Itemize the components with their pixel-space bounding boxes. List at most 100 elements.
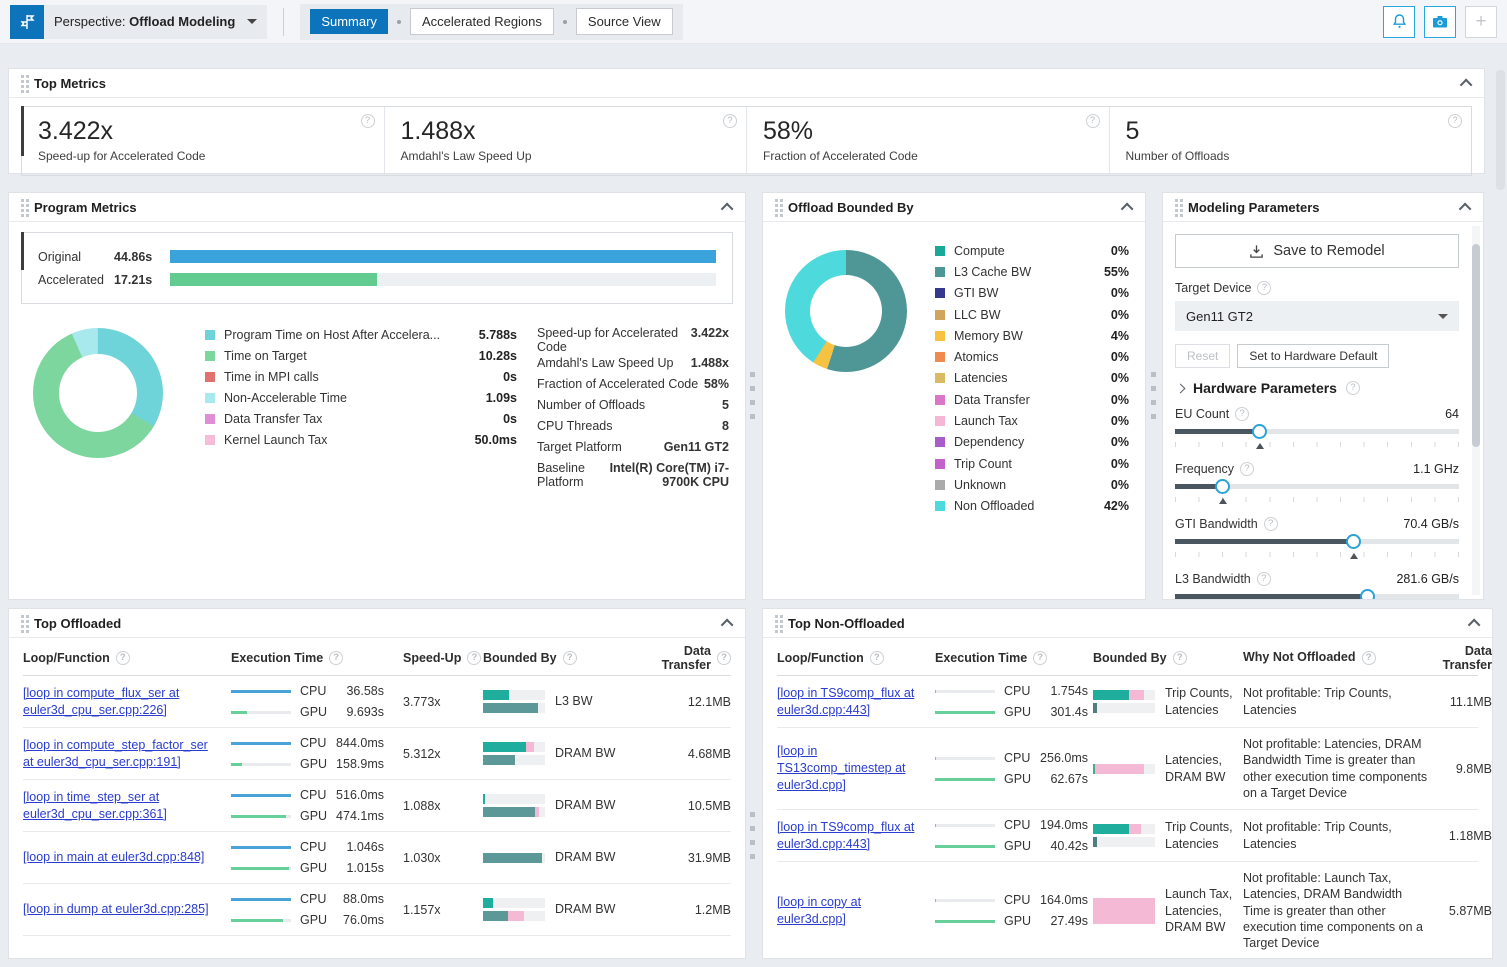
camera-icon	[1431, 13, 1449, 31]
bell-icon	[1391, 13, 1408, 30]
help-icon[interactable]: ?	[717, 651, 731, 665]
slider-handle[interactable]	[1360, 589, 1375, 600]
metric-cards: 3.422x Speed-up for Accelerated Code ? 1…	[21, 106, 1472, 176]
table-header-row: Loop/Function? Execution Time? Speed-Up?…	[23, 640, 731, 676]
help-icon[interactable]: ?	[1257, 281, 1271, 295]
help-icon[interactable]: ?	[116, 651, 130, 665]
table-header-row: Loop/Function? Execution Time? Bounded B…	[777, 640, 1478, 676]
loop-link[interactable]: [loop in TS9comp_flux at euler3d.cpp:443…	[777, 686, 914, 717]
drag-handle-icon[interactable]	[1175, 204, 1178, 207]
legend-swatch	[935, 246, 945, 256]
bounded-by-label: Latencies, DRAM BW	[1165, 752, 1243, 785]
panel-splitter[interactable]	[747, 812, 757, 859]
slider-track[interactable]	[1175, 534, 1459, 549]
legend-swatch	[935, 267, 945, 277]
perspective-prefix: Perspective:	[54, 14, 129, 29]
stat-row: Target PlatformGen11 GT2	[537, 438, 729, 459]
help-icon[interactable]: ?	[1240, 462, 1254, 476]
help-icon[interactable]: ?	[1235, 407, 1249, 421]
legend-item: Latencies0%	[935, 368, 1129, 389]
legend-item: Kernel Launch Tax50.0ms	[205, 429, 517, 450]
add-button[interactable]: +	[1465, 6, 1497, 38]
metric-label: Number of Offloads	[1126, 149, 1456, 163]
slider-handle[interactable]	[1346, 534, 1361, 549]
panel-splitter[interactable]	[1148, 372, 1158, 419]
drag-handle-icon[interactable]	[775, 620, 778, 623]
collapse-icon[interactable]	[721, 618, 734, 631]
help-icon[interactable]: ?	[467, 651, 481, 665]
target-device-select[interactable]: Gen11 GT2	[1175, 301, 1459, 331]
panel-splitter[interactable]	[747, 372, 757, 419]
slider-handle[interactable]	[1215, 479, 1230, 494]
loop-link[interactable]: [loop in time_step_ser at euler3d_cpu_se…	[23, 790, 167, 821]
help-icon[interactable]: ?	[1257, 572, 1271, 586]
notifications-button[interactable]	[1383, 6, 1415, 38]
help-icon[interactable]: ?	[1448, 114, 1462, 128]
perspective-selector[interactable]: Perspective: Offload Modeling	[10, 5, 267, 39]
page-scrollbar[interactable]	[1494, 68, 1507, 967]
bounded-by-label: Launch Tax, Latencies, DRAM BW	[1165, 886, 1243, 935]
reset-button[interactable]: Reset	[1175, 344, 1230, 368]
help-icon[interactable]: ?	[361, 114, 375, 128]
slider-track[interactable]	[1175, 479, 1459, 494]
tab-summary[interactable]: Summary	[310, 9, 388, 34]
tab-source-view[interactable]: Source View	[576, 8, 673, 35]
slider-track[interactable]	[1175, 589, 1459, 600]
legend-item: Compute0%	[935, 240, 1129, 261]
tab-accelerated-regions[interactable]: Accelerated Regions	[410, 8, 554, 35]
loop-link[interactable]: [loop in TS13comp_timestep at euler3d.cp…	[777, 744, 906, 792]
slider-track[interactable]	[1175, 424, 1459, 439]
panel-scrollbar[interactable]	[1472, 226, 1480, 595]
loop-link[interactable]: [loop in dump at euler3d.cpp:285]	[23, 902, 209, 916]
bounded-by-bars	[483, 898, 545, 921]
metric-label: Speed-up for Accelerated Code	[38, 149, 368, 163]
help-icon[interactable]: ?	[1173, 651, 1187, 665]
help-icon[interactable]: ?	[870, 651, 884, 665]
program-time-bars: Original 44.86s Accelerated 17.21s	[21, 232, 733, 304]
slider-handle[interactable]	[1252, 424, 1267, 439]
legend-swatch	[935, 480, 945, 490]
help-icon[interactable]: ?	[1033, 651, 1047, 665]
help-icon[interactable]: ?	[329, 651, 343, 665]
legend-swatch	[935, 459, 945, 469]
help-icon[interactable]: ?	[1362, 651, 1376, 665]
loop-link[interactable]: [loop in compute_flux_ser at euler3d_cpu…	[23, 686, 179, 717]
hardware-parameters-toggle[interactable]: Hardware Parameters ?	[1175, 380, 1459, 396]
why-not-offloaded: Not profitable: Launch Tax, Latencies, D…	[1243, 870, 1437, 951]
collapse-icon[interactable]	[1460, 78, 1473, 91]
scrollbar-thumb[interactable]	[1496, 70, 1505, 190]
collapse-icon[interactable]	[1459, 202, 1472, 215]
program-metrics-detail: Program Time on Host After Accelera...5.…	[9, 310, 745, 489]
legend-item: Dependency0%	[935, 432, 1129, 453]
loop-link[interactable]: [loop in main at euler3d.cpp:848]	[23, 850, 204, 864]
snapshot-button[interactable]	[1424, 6, 1456, 38]
loop-link[interactable]: [loop in copy at euler3d.cpp]	[777, 895, 861, 926]
scrollbar-thumb[interactable]	[1472, 244, 1480, 447]
legend-item: GTI BW0%	[935, 283, 1129, 304]
help-icon[interactable]: ?	[563, 651, 577, 665]
original-bar	[170, 250, 716, 263]
drag-handle-icon[interactable]	[775, 204, 778, 207]
modeling-parameters-content: Save to Remodel Target Device ? Gen11 GT…	[1163, 222, 1483, 600]
help-icon[interactable]: ?	[1086, 114, 1100, 128]
help-icon[interactable]: ?	[1264, 517, 1278, 531]
offload-bounded-by-content: Compute0% L3 Cache BW55% GTI BW0% LLC BW…	[763, 222, 1145, 517]
drag-handle-icon[interactable]	[21, 620, 24, 623]
top-non-offloaded-table: Loop/Function? Execution Time? Bounded B…	[763, 638, 1492, 959]
loop-link[interactable]: [loop in TS9comp_flux at euler3d.cpp:443…	[777, 820, 914, 851]
help-icon[interactable]: ?	[723, 114, 737, 128]
legend-swatch	[935, 373, 945, 383]
drag-handle-icon[interactable]	[21, 204, 24, 207]
help-icon[interactable]: ?	[1346, 381, 1360, 395]
collapse-icon[interactable]	[721, 202, 734, 215]
save-to-remodel-button[interactable]: Save to Remodel	[1175, 234, 1459, 268]
legend-item: Trip Count0%	[935, 453, 1129, 474]
set-hardware-default-button[interactable]: Set to Hardware Default	[1237, 344, 1389, 368]
collapse-icon[interactable]	[1468, 618, 1481, 631]
drag-handle-icon[interactable]	[21, 80, 24, 83]
legend-item: Unknown0%	[935, 474, 1129, 495]
loop-link[interactable]: [loop in compute_step_factor_ser at eule…	[23, 738, 208, 769]
collapse-icon[interactable]	[1121, 202, 1134, 215]
program-time-legend: Program Time on Host After Accelera...5.…	[205, 324, 517, 489]
legend-swatch	[935, 437, 945, 447]
